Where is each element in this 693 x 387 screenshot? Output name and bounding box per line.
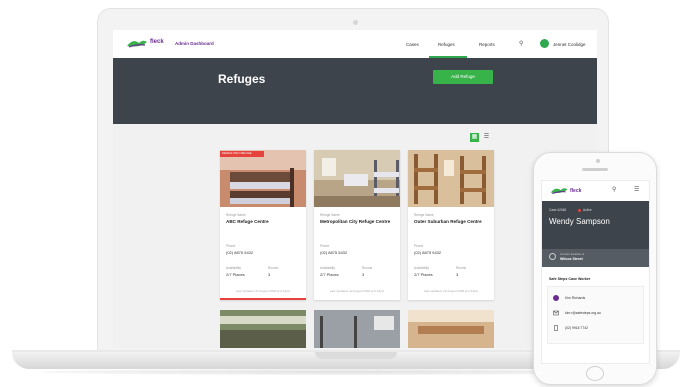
refuge-photo [220, 310, 306, 348]
refuge-name: ABC Refuge Centre [226, 219, 269, 224]
location-pin-icon [549, 253, 556, 260]
phone-label: Phone [414, 244, 424, 248]
rooms-value: 3 [362, 272, 365, 277]
worker-name[interactable]: Kim Richards [565, 296, 585, 300]
availability-value: 2/7 Places [226, 272, 245, 277]
rooms-value: 3 [456, 272, 459, 277]
refuge-photo [314, 150, 400, 207]
phone-value: (02) 8875 5432 [320, 250, 348, 255]
case-worker-card [547, 286, 644, 344]
phone-icon [554, 325, 558, 331]
last-updated: Last Updated: 22 August 2018 at 2:13pm [423, 289, 479, 293]
phone-label: Phone [226, 244, 236, 248]
refuge-photo [408, 310, 494, 348]
phone-home-button[interactable] [586, 366, 604, 381]
logo-text: fleck [570, 188, 582, 194]
case-status: Active [583, 208, 592, 212]
last-updated: Last Updated: 22 August 2018 at 2:13pm [329, 289, 385, 293]
rooms-value: 3 [268, 272, 271, 277]
admin-dashboard-link[interactable]: Admin Dashboard [175, 41, 214, 46]
availability-label: Availability [226, 266, 242, 270]
phone-camera [596, 159, 600, 163]
search-icon[interactable]: ⚲ [612, 186, 616, 193]
top-nav: fleck Admin Dashboard Cases Refuges Repo… [113, 30, 597, 59]
client-name: Wendy Sampson [549, 217, 610, 226]
worker-phone[interactable]: (02) 9918 7742 [565, 326, 588, 330]
refuge-name: Metropolitan City Refuge Centre [320, 219, 391, 224]
page-hero [113, 58, 597, 124]
card-alert-bar [220, 298, 306, 300]
availability-value: 2/7 Places [414, 272, 433, 277]
laptop-screen: fleck Admin Dashboard Cases Refuges Repo… [113, 30, 597, 348]
case-id: Case #2048 [549, 208, 567, 212]
status-dot [578, 209, 581, 212]
refuge-name-label: Refuge Name [320, 213, 340, 217]
female-only-badge: FEMALE ONLY REFUGE [220, 151, 264, 157]
rooms-label: Rooms [268, 266, 279, 270]
logo-icon[interactable] [549, 186, 569, 196]
phone-label: Phone [320, 244, 330, 248]
rooms-label: Rooms [362, 266, 373, 270]
refuge-photo [314, 310, 400, 348]
user-name[interactable]: Jennet Coolidge [553, 42, 586, 47]
grid-view-icon[interactable]: ▦ [470, 133, 479, 142]
location-label: Current location is [560, 252, 585, 256]
phone-speaker [582, 168, 608, 171]
add-refuge-button[interactable]: Add Refuge [433, 70, 493, 84]
refuge-name-label: Refuge Name [414, 213, 434, 217]
nav-cases[interactable]: Cases [406, 42, 419, 47]
refuge-photo [408, 150, 494, 207]
search-icon[interactable]: ⚲ [519, 40, 523, 47]
last-updated: Last Updated: 22 August 2018 at 2:13pm [235, 289, 291, 293]
phone-value: (02) 8875 5432 [226, 250, 254, 255]
refuge-card[interactable] [220, 310, 306, 348]
mail-icon [553, 310, 559, 316]
refuge-photo [220, 150, 306, 207]
nav-reports[interactable]: Reports [479, 42, 495, 47]
phone-nav: fleck ⚲ ☰ [542, 181, 649, 202]
refuge-card[interactable]: Refuge Name Outer Suburban Refuge Centre… [408, 150, 494, 300]
worker-avatar [553, 295, 559, 301]
worker-email[interactable]: kim.r@safesteps.org.au [565, 311, 601, 315]
refuge-card[interactable]: Refuge Name Metropolitan City Refuge Cen… [314, 150, 400, 300]
refuge-card[interactable]: FEMALE ONLY REFUGE Refuge Name ABC Refug… [220, 150, 306, 300]
menu-icon[interactable]: ☰ [634, 186, 639, 193]
availability-label: Availability [414, 266, 430, 270]
refuge-name-label: Refuge Name [226, 213, 246, 217]
logo-icon[interactable] [125, 38, 149, 50]
nav-refuges[interactable]: Refuges [438, 42, 455, 47]
section-title: Safe Steps Case Worker [549, 277, 591, 281]
user-avatar[interactable] [540, 39, 549, 48]
location-band [542, 249, 649, 267]
laptop-notch [315, 352, 397, 359]
availability-label: Availability [320, 266, 336, 270]
availability-value: 2/7 Places [320, 272, 339, 277]
refuge-card[interactable] [408, 310, 494, 348]
rooms-label: Rooms [456, 266, 467, 270]
laptop-camera [353, 20, 358, 25]
page-title: Refuges [218, 72, 266, 86]
refuge-card[interactable] [314, 310, 400, 348]
list-view-icon[interactable]: ☰ [482, 133, 491, 142]
logo-text: fleck [150, 39, 164, 45]
phone-value: (02) 8875 5432 [414, 250, 442, 255]
refuge-name: Outer Suburban Refuge Centre [414, 219, 482, 224]
location-value: Wilcox Street [560, 257, 583, 261]
phone-screen: fleck ⚲ ☰ Case #2048 Active Wendy Sampso… [541, 180, 650, 364]
